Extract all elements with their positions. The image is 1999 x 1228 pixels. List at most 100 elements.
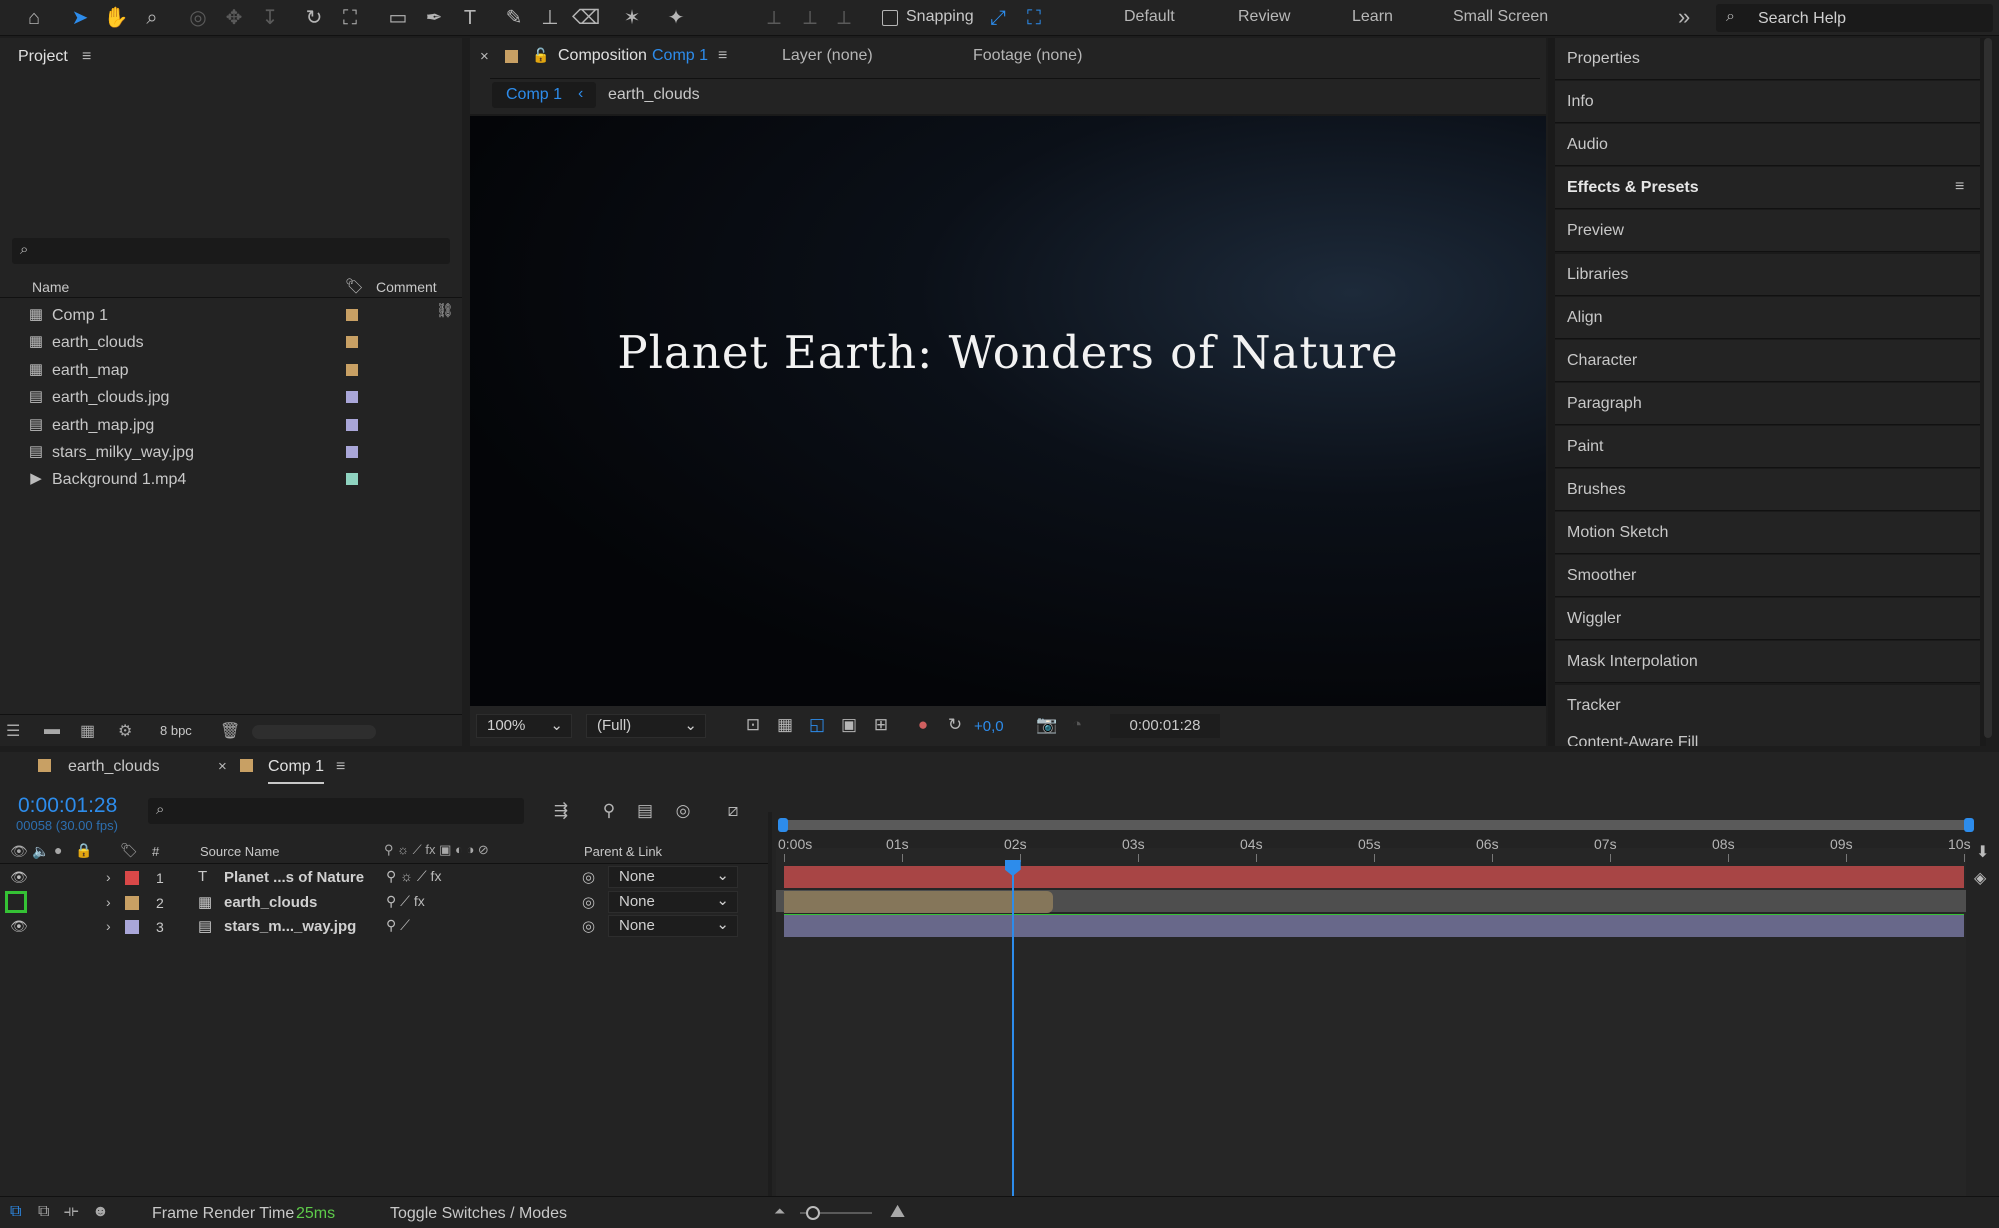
label-color-swatch[interactable] (125, 920, 139, 935)
footage-tab[interactable]: Footage (none) (973, 47, 1082, 65)
timeline-tab-comp1[interactable]: Comp 1 (268, 758, 325, 784)
layer-switches[interactable]: ⚲ ⟋ fx (386, 893, 425, 910)
composition-tab-label[interactable]: Composition (558, 47, 647, 65)
layer-source-name[interactable]: stars_m..._way.jpg (224, 918, 356, 935)
work-area-bar[interactable] (778, 818, 1974, 832)
content-aware-fill-label[interactable]: Content-Aware Fill (1567, 734, 1698, 746)
project-item[interactable]: ▦ earth_map (0, 357, 420, 384)
snap-features-icon[interactable]: ⛶ (1020, 4, 1048, 32)
layer-switches[interactable]: ⚲ ⟋ (386, 917, 410, 934)
puppet-tool-icon[interactable]: ✦ (662, 4, 690, 32)
panel-smoother[interactable]: Smoother (1555, 555, 1980, 598)
new-folder-icon[interactable]: ▬ (44, 721, 60, 739)
breadcrumb-comp1[interactable]: Comp 1 ‹ (492, 82, 596, 108)
fast-preview-icon[interactable]: ⊡ (740, 712, 766, 738)
panel-paint[interactable]: Paint (1555, 425, 1980, 468)
timeline-timecode[interactable]: 0:00:01:28 (18, 794, 117, 818)
snap-edges-icon[interactable]: ⤢ (984, 4, 1012, 32)
project-item[interactable]: ▤ earth_map.jpg (0, 412, 420, 439)
expand-chevron-icon[interactable]: › (106, 918, 111, 934)
eye-icon[interactable]: 👁 (10, 843, 28, 860)
in-out-toggle-icon[interactable]: ⟛ (64, 1203, 79, 1221)
panel-properties[interactable]: Properties (1555, 38, 1980, 80)
pick-whip-icon[interactable]: ◎ (582, 893, 595, 911)
layer-bar[interactable] (784, 866, 1964, 888)
playhead[interactable] (1004, 860, 1021, 1196)
column-parent-link[interactable]: Parent & Link (584, 844, 662, 859)
type-tool-icon[interactable]: T (456, 4, 484, 32)
right-panel-scrollbar[interactable] (1984, 38, 1992, 738)
expand-chevron-icon[interactable]: › (106, 869, 111, 885)
bpc-label[interactable]: 8 bpc (160, 723, 192, 738)
solo-icon[interactable]: ● (54, 842, 62, 858)
timeline-graph[interactable]: 0:00s 01s 02s 03s 04s 05s 06s 07s 08s 09s 10s (776, 812, 1974, 1196)
pan-camera-icon[interactable]: ✥ (220, 4, 248, 32)
label-color-swatch[interactable] (346, 309, 358, 321)
axis-local-icon[interactable]: ⟂ (760, 4, 788, 32)
trash-icon[interactable]: 🗑 (220, 721, 240, 741)
zoom-out-icon[interactable]: ⏶ (774, 1203, 785, 1220)
workspace-review[interactable]: Review (1238, 8, 1290, 26)
render-time-toggle-icon[interactable]: ☻ (92, 1203, 109, 1221)
graph-editor-icon[interactable]: ⧄ (720, 798, 746, 824)
composition-mini-flowchart-icon[interactable]: ⇶ (548, 798, 574, 824)
workspace-default[interactable]: Default (1124, 8, 1175, 26)
zoom-dropdown[interactable]: 100% ⌄ (476, 714, 572, 738)
panel-effects-presets[interactable]: Effects & Presets (1555, 167, 1980, 210)
home-icon[interactable]: ⌂ (20, 4, 48, 32)
column-name[interactable]: Name (32, 279, 69, 295)
label-color-swatch[interactable] (346, 336, 358, 349)
layer-row[interactable]: 👁 › 1 T Planet ...s of Nature ⚲ ☼ ⟋ fx ◎ None ⌄ (0, 866, 768, 890)
label-color-swatch[interactable] (346, 363, 358, 376)
timeline-tab-earth-clouds[interactable]: earth_clouds (68, 758, 160, 776)
project-settings-icon[interactable]: ⚙ (118, 721, 132, 741)
expand-chevron-icon[interactable]: › (106, 894, 111, 910)
transparency-grid-icon[interactable]: ▦ (772, 712, 798, 738)
breadcrumb-earth-clouds[interactable]: earth_clouds (608, 86, 700, 104)
viewer-area[interactable]: Planet Earth: Wonders of Nature (470, 116, 1546, 706)
orbit-camera-icon[interactable]: ◎ (184, 4, 212, 32)
parent-dropdown[interactable]: None ⌄ (608, 866, 738, 888)
composition-menu-icon[interactable]: ≡ (718, 47, 727, 65)
show-snapshot-icon[interactable]: ◔ (1064, 712, 1090, 738)
eye-icon[interactable]: 👁 (10, 918, 28, 935)
effects-menu-icon[interactable]: ≡ (1955, 178, 1964, 196)
resolution-dropdown[interactable]: (Full) ⌄ (586, 714, 706, 738)
panel-brushes[interactable]: Brushes (1555, 469, 1980, 511)
grid-guides-icon[interactable]: ⊞ (868, 712, 894, 738)
zoom-in-icon[interactable]: ⛰ (890, 1201, 905, 1222)
snapping-checkbox[interactable] (882, 10, 898, 26)
panel-mask-interpolation[interactable]: Mask Interpolation (1555, 641, 1980, 684)
dolly-camera-icon[interactable]: ↧ (256, 4, 284, 32)
frame-blending-icon[interactable]: ▤ (632, 798, 658, 824)
motion-blur-icon[interactable]: ◎ (670, 798, 696, 824)
label-color-swatch[interactable] (346, 446, 358, 458)
project-title[interactable]: Project (18, 48, 68, 66)
panel-info[interactable]: Info (1555, 81, 1980, 124)
lock-icon[interactable]: 🔓 (532, 47, 549, 64)
snapshot-camera-icon[interactable]: 📷 (1034, 712, 1060, 738)
selection-tool-icon[interactable]: ➤ (66, 4, 94, 32)
pen-tool-icon[interactable]: ✒ (420, 4, 448, 32)
brush-tool-icon[interactable]: ✎ (500, 4, 528, 32)
color-channels-icon[interactable]: ● (910, 712, 936, 738)
pick-whip-icon[interactable]: ◎ (582, 868, 595, 886)
audio-icon[interactable]: 🔈 (32, 843, 49, 860)
label-color-swatch[interactable] (346, 391, 358, 404)
work-area-start-handle[interactable] (778, 818, 788, 832)
close-icon[interactable]: × (480, 48, 489, 65)
hand-tool-icon[interactable]: ✋ (102, 4, 130, 32)
label-tag-icon[interactable]: 🏷 (120, 842, 138, 859)
parent-dropdown[interactable]: None ⌄ (608, 890, 738, 913)
draft-3d-icon[interactable]: ⚲ (596, 798, 622, 824)
rectangle-tool-icon[interactable]: ▭ (384, 4, 412, 32)
timeline-zoom-slider[interactable] (806, 1206, 820, 1220)
work-area-end-handle[interactable] (1964, 818, 1974, 832)
eye-icon[interactable]: 👁 (10, 869, 28, 886)
roto-brush-tool-icon[interactable]: ✶ (618, 4, 646, 32)
reset-exposure-icon[interactable]: ↻ (942, 712, 968, 738)
rotate-tool-icon[interactable]: ↻ (300, 4, 328, 32)
project-item[interactable]: ▤ earth_clouds.jpg (0, 384, 420, 411)
label-color-swatch[interactable] (125, 895, 139, 910)
pick-whip-icon[interactable]: ◎ (582, 917, 595, 935)
